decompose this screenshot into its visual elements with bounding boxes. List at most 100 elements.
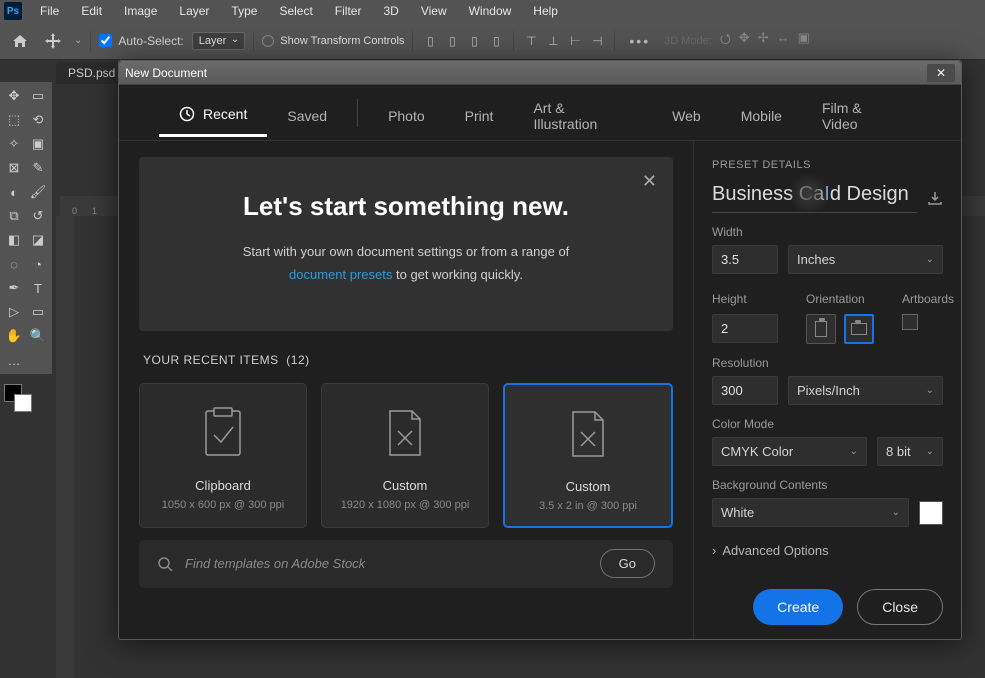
frame-tool-icon[interactable]: ⊠ [2, 156, 26, 180]
advanced-options-toggle[interactable]: › Advanced Options [712, 543, 943, 558]
menu-file[interactable]: File [30, 2, 69, 20]
orientation-label: Orientation [806, 292, 874, 306]
dodge-tool-icon[interactable]: ◔ [26, 252, 50, 276]
distribute-top-icon[interactable]: ⊤ [522, 32, 540, 50]
close-button[interactable]: Close [857, 589, 943, 625]
pan-icon[interactable]: ✥ [739, 30, 750, 52]
dolly-icon[interactable]: ✢ [758, 30, 769, 52]
chevron-right-icon: › [712, 543, 716, 558]
align-left-icon[interactable]: ▯ [421, 32, 439, 50]
orientation-landscape-button[interactable] [844, 314, 874, 344]
home-icon[interactable] [8, 30, 32, 52]
menu-edit[interactable]: Edit [71, 2, 112, 20]
clone-stamp-icon[interactable]: ⧉ [2, 204, 26, 228]
document-tab[interactable]: PSD.psd [56, 62, 127, 84]
dropdown-value: Pixels/Inch [797, 383, 860, 398]
stock-search-input[interactable]: Find templates on Adobe Stock [185, 556, 588, 571]
edit-toolbar-icon[interactable]: … [2, 348, 26, 372]
distribute-bottom-icon[interactable]: ⊢ [566, 32, 584, 50]
tab-photo[interactable]: Photo [368, 90, 445, 136]
width-input[interactable] [712, 245, 778, 274]
options-bar: ⌄ Auto-Select: Layer Show Transform Cont… [0, 22, 985, 60]
preset-card-clipboard[interactable]: Clipboard 1050 x 600 px @ 300 ppi [139, 383, 307, 528]
document-presets-link[interactable]: document presets [289, 267, 392, 282]
close-icon[interactable]: ✕ [927, 64, 955, 82]
background-color-swatch[interactable] [919, 501, 943, 525]
history-brush-icon[interactable]: ↺ [26, 204, 50, 228]
tab-saved[interactable]: Saved [267, 90, 347, 136]
preset-card-custom-2[interactable]: Custom 3.5 x 2 in @ 300 ppi [503, 383, 673, 528]
preset-card-custom-1[interactable]: Custom 1920 x 1080 px @ 300 ppi [321, 383, 489, 528]
tab-label: Mobile [741, 108, 782, 124]
menu-type[interactable]: Type [221, 2, 267, 20]
auto-select-checkbox[interactable]: Auto-Select: [99, 34, 183, 48]
menu-layer[interactable]: Layer [169, 2, 219, 20]
magic-wand-icon[interactable]: ✧ [2, 132, 26, 156]
move-tool-icon[interactable]: ✥ [2, 84, 26, 108]
blur-tool-icon[interactable]: ◌ [2, 252, 26, 276]
align-right-icon[interactable]: ▯ [465, 32, 483, 50]
width-unit-dropdown[interactable]: Inches ⌄ [788, 245, 943, 274]
tab-film[interactable]: Film & Video [802, 82, 921, 144]
go-button[interactable]: Go [600, 549, 655, 578]
preset-meta: 3.5 x 2 in @ 300 ppi [515, 500, 661, 512]
menu-view[interactable]: View [411, 2, 457, 20]
type-tool-icon[interactable]: T [26, 276, 50, 300]
dropdown-value: 8 bit [886, 444, 911, 459]
align-top-icon[interactable]: ▯ [487, 32, 505, 50]
menu-select[interactable]: Select [269, 2, 322, 20]
shape-tool-icon[interactable]: ▭ [26, 300, 50, 324]
brush-tool-icon[interactable]: 🖌 [26, 180, 50, 204]
chevron-down-icon[interactable]: ⌄ [74, 35, 82, 46]
background-swatch[interactable] [14, 394, 32, 412]
orbit-icon[interactable]: ⭯ [720, 30, 731, 52]
eyedropper-icon[interactable]: ✎ [26, 156, 50, 180]
align-center-h-icon[interactable]: ▯ [443, 32, 461, 50]
auto-select-target-dropdown[interactable]: Layer [192, 32, 246, 50]
tab-art[interactable]: Art & Illustration [513, 82, 652, 144]
orientation-portrait-button[interactable] [806, 314, 836, 344]
more-options-icon[interactable]: ••• [623, 33, 656, 49]
show-transform-checkbox[interactable]: Show Transform Controls [262, 35, 404, 47]
tab-web[interactable]: Web [652, 90, 721, 136]
save-preset-icon[interactable] [927, 190, 943, 206]
tab-recent[interactable]: Recent [159, 88, 267, 137]
menu-help[interactable]: Help [523, 2, 568, 20]
lasso-tool-icon[interactable]: ⟲ [26, 108, 50, 132]
preset-details-heading: PRESET DETAILS [712, 159, 943, 171]
pen-tool-icon[interactable]: ✒ [2, 276, 26, 300]
camera-icon[interactable]: ▣ [798, 30, 810, 52]
tab-mobile[interactable]: Mobile [721, 90, 802, 136]
hand-tool-icon[interactable]: ✋ [2, 324, 26, 348]
menu-3d[interactable]: 3D [373, 2, 408, 20]
preset-name-input[interactable]: Business CaId Design [712, 183, 917, 213]
eraser-tool-icon[interactable]: ◧ [2, 228, 26, 252]
menu-image[interactable]: Image [114, 2, 167, 20]
gradient-tool-icon[interactable]: ◪ [26, 228, 50, 252]
height-input[interactable] [712, 314, 778, 343]
zoom-tool-icon[interactable]: 🔍 [26, 324, 50, 348]
color-swatches[interactable] [4, 384, 44, 414]
resolution-input[interactable] [712, 376, 778, 405]
menu-filter[interactable]: Filter [325, 2, 372, 20]
distribute-left-icon[interactable]: ⊣ [588, 32, 606, 50]
distribute-center-v-icon[interactable]: ⊥ [544, 32, 562, 50]
close-icon[interactable]: ✕ [642, 171, 657, 192]
artboards-checkbox[interactable] [902, 314, 918, 330]
path-select-icon[interactable]: ▷ [2, 300, 26, 324]
menu-window[interactable]: Window [459, 2, 522, 20]
show-transform-label: Show Transform Controls [280, 35, 404, 47]
resolution-unit-dropdown[interactable]: Pixels/Inch ⌄ [788, 376, 943, 405]
tab-print[interactable]: Print [445, 90, 514, 136]
preset-details-panel: PRESET DETAILS Business CaId Design Widt… [693, 141, 961, 639]
background-contents-dropdown[interactable]: White ⌄ [712, 498, 909, 527]
crop-tool-icon[interactable]: ▣ [26, 132, 50, 156]
marquee-tool-icon[interactable]: ⬚ [2, 108, 26, 132]
bitdepth-dropdown[interactable]: 8 bit ⌄ [877, 437, 943, 466]
colormode-dropdown[interactable]: CMYK Color ⌄ [712, 437, 867, 466]
move-tool-icon[interactable] [40, 28, 66, 54]
healing-brush-icon[interactable]: ◐ [2, 180, 26, 204]
create-button[interactable]: Create [753, 589, 843, 625]
artboard-tool-icon[interactable]: ▭ [26, 84, 50, 108]
slide-icon[interactable]: ↔ [777, 30, 790, 52]
